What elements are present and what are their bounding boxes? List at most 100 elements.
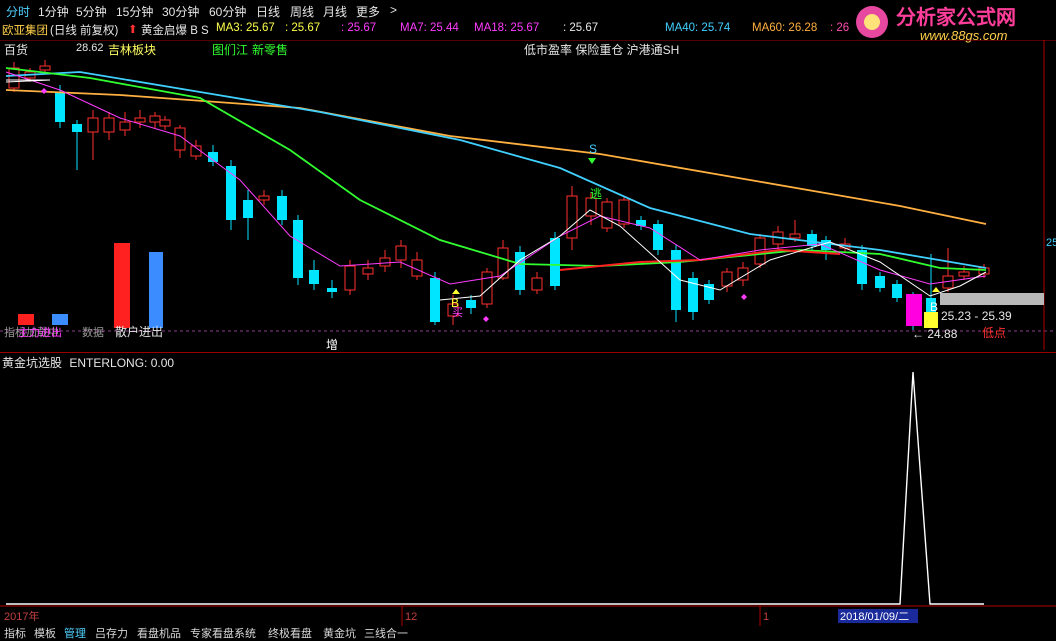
- candlestick-chart[interactable]: 百货 28.62 吉林板块 图们江 新零售 低市盈率 保险重仓 沪港通SHS逃B买 B25.…: [0, 40, 1056, 350]
- candle-body: [379, 257, 391, 267]
- indicator-tab-8[interactable]: 三线合一: [364, 625, 408, 641]
- period-tab-1[interactable]: 1分钟: [38, 3, 69, 20]
- ma-extra-1: : 25.67: [285, 22, 321, 34]
- ma-extra-3: : 25.67: [563, 22, 599, 34]
- sector-label-2: 吉林板块: [108, 43, 156, 57]
- retail-flow-label: 散户进出: [115, 324, 163, 339]
- indicator-tab-7[interactable]: 黄金坑: [323, 625, 356, 641]
- period-tab-3[interactable]: 15分钟: [116, 3, 153, 20]
- candle-body: [344, 265, 356, 291]
- candle-body: [39, 65, 51, 71]
- period-tab-2[interactable]: 5分钟: [76, 3, 107, 20]
- stock-name[interactable]: 欧亚集团: [2, 22, 48, 38]
- candle-body: [243, 200, 253, 218]
- right-axis-label: 25: [1046, 237, 1056, 249]
- sub-indicator-chart[interactable]: 2017年 12 1 2018/01/09/二: [0, 366, 1056, 626]
- indicator-tabs: 指标 模板 管理 吕存力 看盘机品 专家看盘系统 终极看盘 黄金坑 三线合一: [0, 626, 1056, 640]
- candle-body: [72, 124, 82, 132]
- indicator-tab-6[interactable]: 终极看盘: [268, 625, 312, 641]
- period-tab-8[interactable]: 月线: [323, 3, 347, 20]
- panel-divider: [0, 352, 1056, 353]
- timeline-label-12: 12: [405, 611, 417, 623]
- low-price-label: ← 24.88: [912, 327, 958, 341]
- candle-body: [550, 238, 560, 286]
- period-tab-5[interactable]: 60分钟: [209, 3, 246, 20]
- legend-blue-box: [52, 314, 68, 325]
- increase-mark: 增: [326, 338, 338, 350]
- period-tab-6[interactable]: 日线: [256, 3, 280, 20]
- ma-extra-2: : 25.67: [341, 22, 377, 34]
- arrow-up-icon: [932, 287, 940, 292]
- indicator-tab-5[interactable]: 专家看盘系统: [190, 625, 256, 641]
- ma60-line: [5, 89, 987, 225]
- diamond-marker: [483, 316, 489, 322]
- main-flow-bar: [149, 252, 163, 328]
- candle-body: [531, 277, 543, 291]
- candle-body: [601, 201, 613, 229]
- price-range-box: [940, 293, 1044, 305]
- period-tab-9[interactable]: 更多: [356, 3, 380, 20]
- ma18-line: [5, 67, 987, 271]
- period-label: (日线 前复权): [50, 25, 119, 37]
- diamond-marker: [41, 88, 47, 94]
- arrow-up-icon: [452, 289, 460, 294]
- candle-body: [55, 92, 65, 122]
- legend-red-box: [18, 314, 34, 325]
- candle-body: [309, 270, 319, 284]
- arrow-down-icon: [588, 158, 596, 164]
- candle-body: [103, 117, 115, 133]
- period-tab-10[interactable]: >: [390, 3, 397, 17]
- ma7-value: MA7: 25.44: [400, 22, 459, 34]
- period-tab-7[interactable]: 周线: [290, 3, 314, 20]
- diamond-marker: [741, 294, 747, 300]
- ma-extra-4: : 26: [830, 22, 850, 34]
- candle-body: [258, 195, 270, 201]
- range-label: 25.23 - 25.39: [941, 309, 1012, 323]
- sector-label-1: 百货: [4, 42, 28, 57]
- timeline-label-1: 1: [763, 611, 769, 623]
- main-flow-label: 主力进出: [18, 325, 62, 339]
- low-point-label: 低点: [982, 326, 1006, 340]
- period-tab-0[interactable]: 分时: [6, 3, 30, 20]
- logo-title: 分析家公式网: [896, 5, 1016, 29]
- candle-body: [327, 288, 337, 292]
- indicator-tab-1[interactable]: 模板: [34, 625, 56, 641]
- candle-body: [618, 199, 630, 225]
- signal-bar-yellow: [924, 312, 938, 328]
- indicator-tab-2[interactable]: 管理: [64, 625, 86, 641]
- indicator-tab-4[interactable]: 看盘机品: [137, 625, 181, 641]
- candle-body: [395, 245, 407, 261]
- b-signal-mark-2: B: [930, 300, 938, 314]
- candle-body: [134, 117, 146, 123]
- indicator-name[interactable]: 黄金启爆 B S: [141, 22, 209, 38]
- timeline-label-2017: 2017年: [4, 609, 39, 623]
- candle-body: [430, 278, 440, 322]
- high-price-label: 28.62: [76, 42, 104, 54]
- data-label: 数据: [82, 325, 104, 339]
- candle-body: [653, 224, 663, 250]
- candle-body: [892, 284, 902, 298]
- candle-body: [226, 166, 236, 220]
- enterlong-line: [6, 371, 984, 605]
- candle-body: [481, 271, 493, 305]
- escape-signal: 逃: [590, 187, 602, 201]
- signal-bar-magenta: [906, 294, 922, 326]
- date-box-label: 2018/01/09/二: [840, 611, 909, 623]
- candle-body: [87, 117, 99, 133]
- ma18-value: MA18: 25.67: [474, 22, 540, 34]
- ma40-line: [5, 71, 987, 269]
- candle-body: [958, 271, 970, 277]
- candle-body: [119, 121, 131, 131]
- concept-tags: 低市盈率 保险重仓 沪港通SH: [524, 42, 679, 57]
- indicator-tab-3[interactable]: 吕存力: [95, 625, 128, 641]
- indicator-tab-0[interactable]: 指标: [4, 625, 26, 641]
- candle-body: [159, 119, 171, 127]
- ma3-value: MA3: 25.67: [216, 22, 275, 34]
- candle-body: [362, 267, 374, 275]
- b-signal-sub-1: 买: [452, 306, 463, 319]
- candle-body: [149, 115, 161, 123]
- sector-label-4: 新零售: [252, 42, 288, 57]
- candle-body: [277, 196, 287, 220]
- period-tab-4[interactable]: 30分钟: [162, 3, 199, 20]
- site-logo: 分析家公式网 www.88gs.com: [850, 0, 1056, 44]
